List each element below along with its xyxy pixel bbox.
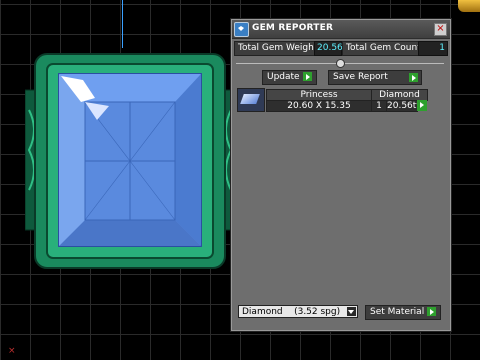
total-gem-weight-value: 20.56: [314, 41, 343, 56]
gem-weight-cell: 20.56tw: [386, 100, 424, 112]
play-arrow-icon: [427, 307, 437, 316]
material-select[interactable]: Diamond (3.52 spg): [238, 305, 358, 318]
total-gem-weight-label: Total Gem Weight: [234, 41, 322, 56]
panel-title: GEM REPORTER: [252, 23, 334, 33]
close-button[interactable]: ×: [434, 23, 447, 36]
gem-list-area: [236, 116, 446, 292]
row-action-arrow-icon[interactable]: [417, 100, 427, 111]
chevron-down-icon: [347, 307, 356, 316]
gem-table: Princess Diamond 20.60 X 15.35 1 20.56tw: [236, 88, 428, 112]
panel-titlebar[interactable]: GEM REPORTER ×: [232, 20, 450, 39]
gem-icon: [234, 22, 249, 37]
update-button-label: Update: [267, 72, 300, 82]
slider-thumb[interactable]: [336, 59, 345, 68]
ring-model: [25, 53, 235, 269]
gem-reporter-panel: GEM REPORTER × Total Gem Weight 20.56 To…: [231, 19, 451, 331]
vertical-axis-line: [122, 0, 123, 48]
total-gem-count-value: 1: [418, 41, 448, 56]
material-select-value: Diamond (3.52 spg): [242, 307, 341, 317]
play-arrow-icon: [302, 72, 312, 81]
save-report-button[interactable]: Save Report: [328, 70, 422, 85]
toolbar-corner-icon[interactable]: [458, 0, 480, 12]
gem-thumbnail[interactable]: [237, 88, 265, 112]
save-report-button-label: Save Report: [333, 72, 388, 82]
update-button[interactable]: Update: [262, 70, 317, 85]
gem-count-cell: 1: [371, 100, 387, 112]
play-arrow-icon: [409, 73, 418, 82]
total-gem-count-label: Total Gem Count: [342, 41, 425, 56]
set-material-button[interactable]: Set Material: [365, 305, 442, 320]
origin-marker: ×: [8, 346, 16, 356]
set-material-button-label: Set Material: [370, 307, 425, 317]
gem-size-cell: 20.60 X 15.35: [266, 100, 372, 112]
